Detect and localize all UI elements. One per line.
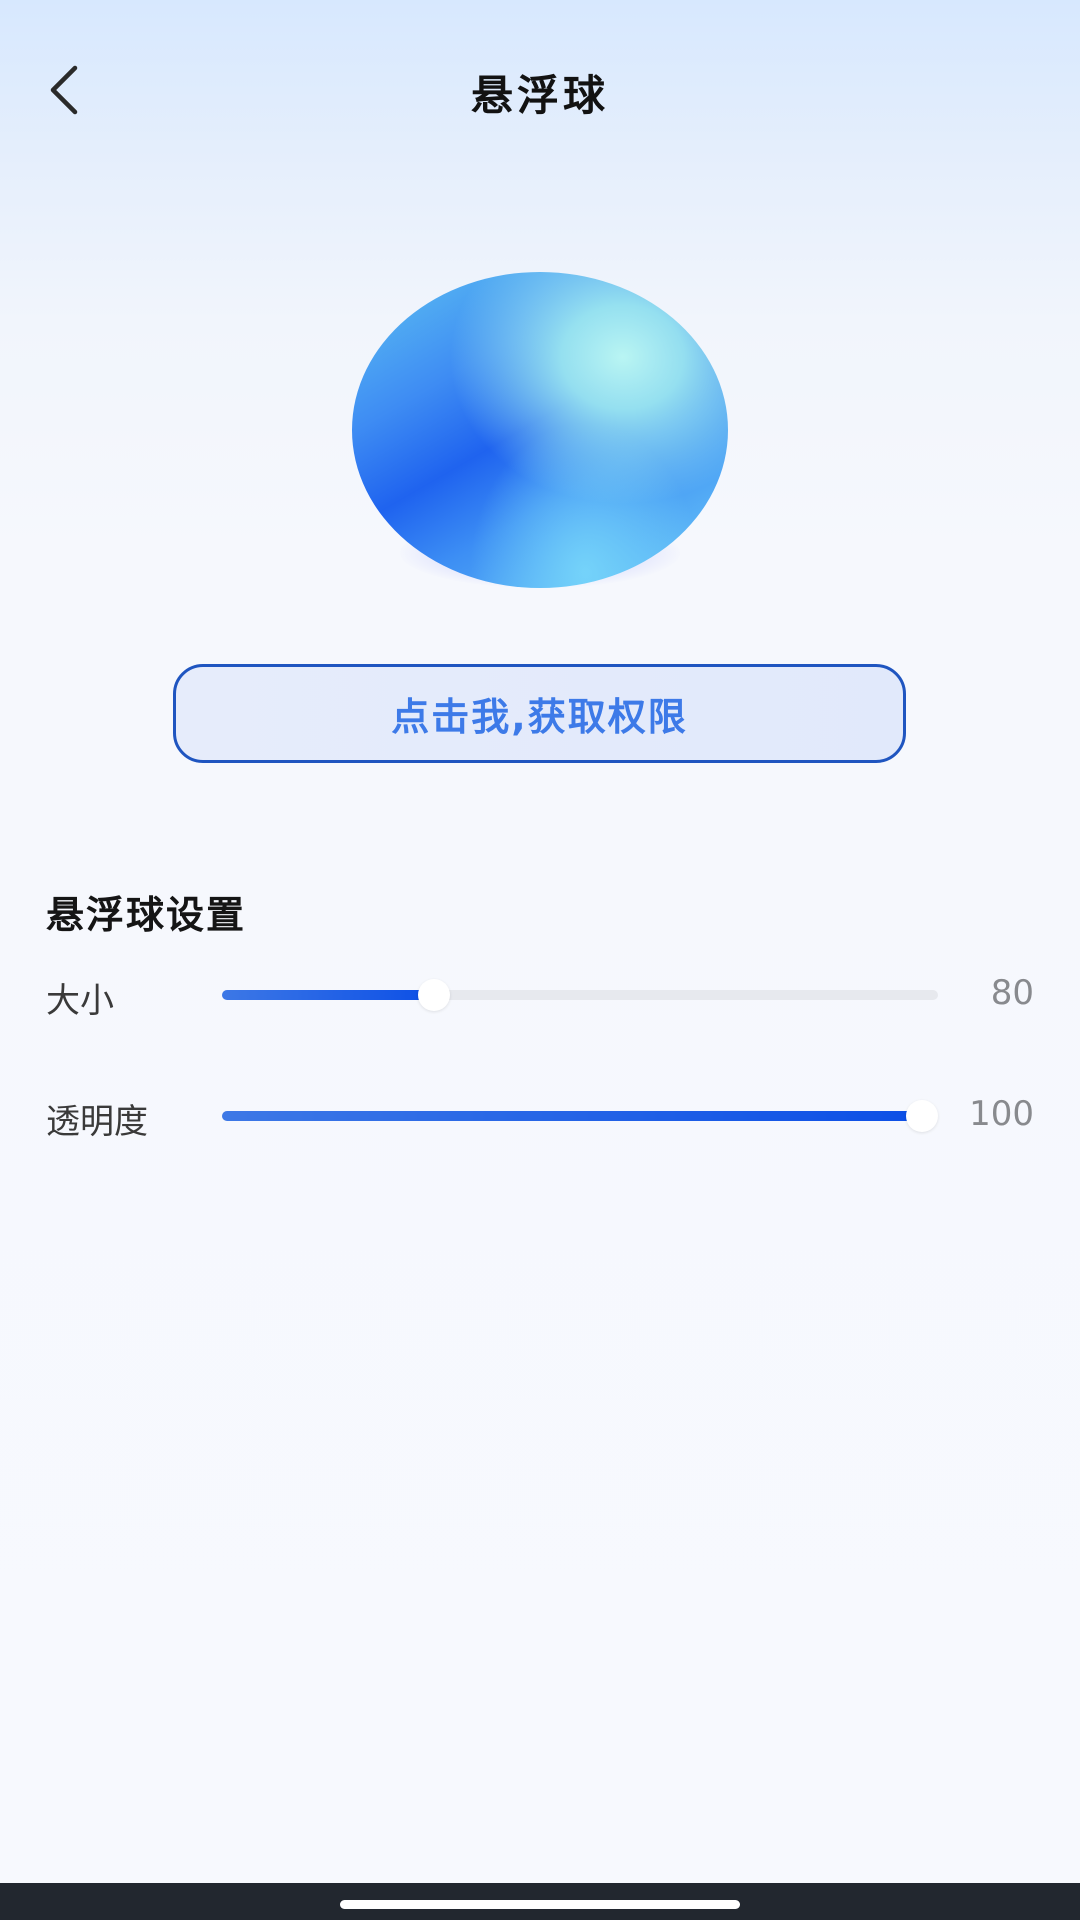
home-indicator[interactable] (340, 1900, 740, 1909)
slider-fill (222, 990, 434, 1000)
get-permission-button[interactable]: 点击我,获取权限 (173, 664, 906, 763)
slider-fill (222, 1111, 922, 1121)
floating-ball-preview (352, 272, 728, 588)
header: 悬浮球 (0, 0, 1080, 180)
system-navigation-bar (0, 1883, 1080, 1920)
size-label: 大小 (46, 981, 114, 1021)
opacity-slider[interactable] (222, 1100, 938, 1132)
slider-thumb[interactable] (905, 1100, 938, 1132)
opacity-label: 透明度 (46, 1102, 148, 1142)
size-setting-row: 大小 80 (0, 965, 1080, 1025)
page-title: 悬浮球 (470, 71, 609, 120)
settings-section-title: 悬浮球设置 (46, 893, 247, 937)
opacity-setting-row: 透明度 100 (0, 1086, 1080, 1146)
opacity-value: 100 (969, 1094, 1034, 1134)
floating-ball (352, 272, 728, 588)
slider-thumb[interactable] (417, 979, 450, 1011)
size-value: 80 (990, 973, 1034, 1013)
size-slider[interactable] (222, 979, 938, 1011)
